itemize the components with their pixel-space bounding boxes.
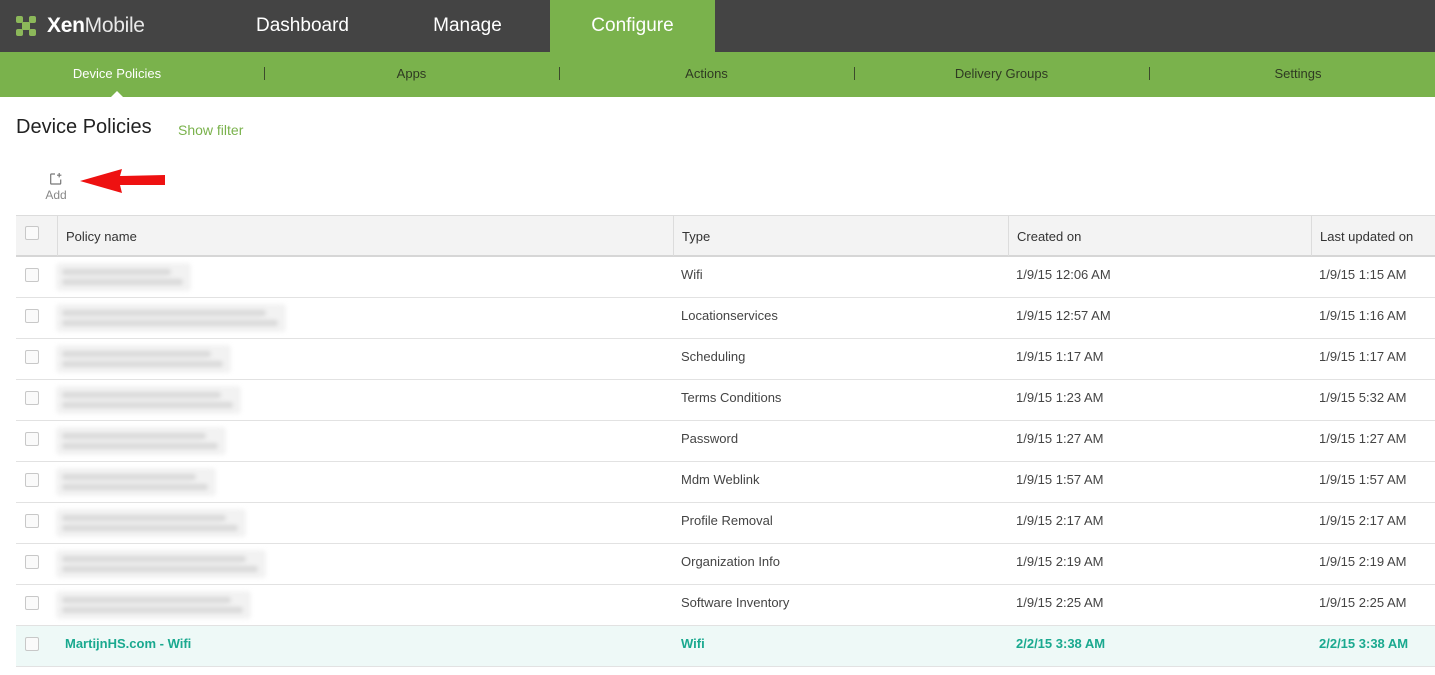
row-checkbox[interactable] bbox=[25, 432, 39, 446]
subnav-settings[interactable]: Settings bbox=[1149, 52, 1435, 97]
table-row[interactable]: Mdm Weblink 1/9/15 1:57 AM 1/9/15 1:57 A… bbox=[16, 462, 1435, 503]
redacted-policy-name bbox=[56, 386, 241, 414]
table-row[interactable]: Profile Removal 1/9/15 2:17 AM 1/9/15 2:… bbox=[16, 503, 1435, 544]
type-cell: Mdm Weblink bbox=[681, 472, 760, 487]
updated-cell: 1/9/15 1:27 AM bbox=[1319, 431, 1407, 446]
configure-subnav: Device Policies Apps Actions Delivery Gr… bbox=[0, 52, 1435, 97]
column-header-last-updated-on[interactable]: Last updated on bbox=[1311, 216, 1435, 256]
subnav-delivery-groups[interactable]: Delivery Groups bbox=[854, 52, 1149, 97]
redacted-policy-name bbox=[56, 468, 216, 496]
row-checkbox[interactable] bbox=[25, 350, 39, 364]
created-cell: 2/2/15 3:38 AM bbox=[1016, 636, 1106, 651]
updated-cell: 1/9/15 1:17 AM bbox=[1319, 349, 1407, 364]
xenmobile-logo-icon bbox=[16, 16, 36, 36]
column-header-created-on[interactable]: Created on bbox=[1008, 216, 1311, 256]
type-cell: Scheduling bbox=[681, 349, 746, 364]
red-arrow-annotation bbox=[80, 169, 165, 193]
table-row-new-policy[interactable]: MartijnHS.com - Wifi Wifi 2/2/15 3:38 AM… bbox=[16, 626, 1435, 667]
updated-cell: 1/9/15 2:19 AM bbox=[1319, 554, 1407, 569]
updated-cell: 1/9/15 5:32 AM bbox=[1319, 390, 1407, 405]
page-title: Device Policies bbox=[16, 116, 152, 138]
type-cell: Wifi bbox=[681, 267, 703, 282]
table-row[interactable]: Software Inventory 1/9/15 2:25 AM 1/9/15… bbox=[16, 585, 1435, 626]
select-all-checkbox[interactable] bbox=[25, 226, 39, 240]
redacted-policy-name bbox=[56, 304, 286, 332]
redacted-policy-name bbox=[56, 591, 251, 619]
updated-cell: 1/9/15 1:16 AM bbox=[1319, 308, 1407, 323]
policies-table: Policy name Type Created on Last updated… bbox=[16, 215, 1435, 667]
row-checkbox[interactable] bbox=[25, 473, 39, 487]
updated-cell: 1/9/15 1:15 AM bbox=[1319, 267, 1407, 282]
type-cell: Terms Conditions bbox=[681, 390, 782, 405]
table-row[interactable]: Scheduling 1/9/15 1:17 AM 1/9/15 1:17 AM bbox=[16, 339, 1435, 380]
type-cell: Locationservices bbox=[681, 308, 778, 323]
redacted-policy-name bbox=[56, 509, 246, 537]
created-cell: 1/9/15 12:57 AM bbox=[1016, 308, 1111, 323]
type-cell: Organization Info bbox=[681, 554, 781, 569]
table-row[interactable]: Password 1/9/15 1:27 AM 1/9/15 1:27 AM bbox=[16, 421, 1435, 462]
type-cell: Wifi bbox=[681, 636, 705, 651]
type-cell: Profile Removal bbox=[681, 513, 773, 528]
updated-cell: 1/9/15 1:57 AM bbox=[1319, 472, 1407, 487]
created-cell: 1/9/15 2:19 AM bbox=[1016, 554, 1104, 569]
created-cell: 1/9/15 2:17 AM bbox=[1016, 513, 1104, 528]
table-header: Policy name Type Created on Last updated… bbox=[16, 215, 1435, 257]
created-cell: 1/9/15 1:27 AM bbox=[1016, 431, 1104, 446]
created-cell: 1/9/15 1:17 AM bbox=[1016, 349, 1104, 364]
xenmobile-logo[interactable]: XenMobile bbox=[16, 0, 145, 52]
updated-cell: 1/9/15 2:17 AM bbox=[1319, 513, 1407, 528]
redacted-policy-name bbox=[56, 550, 266, 578]
table-row[interactable]: Wifi 1/9/15 12:06 AM 1/9/15 1:15 AM bbox=[16, 257, 1435, 298]
subnav-apps[interactable]: Apps bbox=[264, 52, 559, 97]
add-label: Add bbox=[45, 188, 67, 202]
type-cell: Software Inventory bbox=[681, 595, 790, 610]
subnav-actions[interactable]: Actions bbox=[559, 52, 854, 97]
row-checkbox[interactable] bbox=[25, 555, 39, 569]
redacted-policy-name bbox=[56, 345, 231, 373]
tab-manage[interactable]: Manage bbox=[385, 0, 550, 52]
tab-configure[interactable]: Configure bbox=[550, 0, 715, 52]
redacted-policy-name bbox=[56, 427, 226, 455]
brand-name: XenMobile bbox=[47, 14, 145, 37]
column-header-policy-name[interactable]: Policy name bbox=[57, 216, 673, 256]
tab-dashboard[interactable]: Dashboard bbox=[220, 0, 385, 52]
row-checkbox[interactable] bbox=[25, 268, 39, 282]
column-header-type[interactable]: Type bbox=[673, 216, 1008, 256]
add-button[interactable]: Add bbox=[40, 172, 72, 208]
table-row[interactable]: Terms Conditions 1/9/15 1:23 AM 1/9/15 5… bbox=[16, 380, 1435, 421]
created-cell: 1/9/15 1:57 AM bbox=[1016, 472, 1104, 487]
row-checkbox[interactable] bbox=[25, 309, 39, 323]
row-checkbox[interactable] bbox=[25, 637, 39, 651]
subnav-device-policies[interactable]: Device Policies bbox=[0, 52, 234, 97]
table-row[interactable]: Organization Info 1/9/15 2:19 AM 1/9/15 … bbox=[16, 544, 1435, 585]
table-row[interactable]: Locationservices 1/9/15 12:57 AM 1/9/15 … bbox=[16, 298, 1435, 339]
add-icon bbox=[50, 173, 62, 185]
updated-cell: 1/9/15 2:25 AM bbox=[1319, 595, 1407, 610]
top-bar: XenMobile Dashboard Manage Configure bbox=[0, 0, 1435, 52]
created-cell: 1/9/15 2:25 AM bbox=[1016, 595, 1104, 610]
row-checkbox[interactable] bbox=[25, 596, 39, 610]
policy-name-cell[interactable]: MartijnHS.com - Wifi bbox=[65, 626, 191, 666]
row-checkbox[interactable] bbox=[25, 391, 39, 405]
created-cell: 1/9/15 12:06 AM bbox=[1016, 267, 1111, 282]
row-checkbox[interactable] bbox=[25, 514, 39, 528]
type-cell: Password bbox=[681, 431, 739, 446]
redacted-policy-name bbox=[56, 263, 191, 291]
show-filter-link[interactable]: Show filter bbox=[178, 122, 243, 138]
created-cell: 1/9/15 1:23 AM bbox=[1016, 390, 1104, 405]
updated-cell: 2/2/15 3:38 AM bbox=[1319, 636, 1409, 651]
